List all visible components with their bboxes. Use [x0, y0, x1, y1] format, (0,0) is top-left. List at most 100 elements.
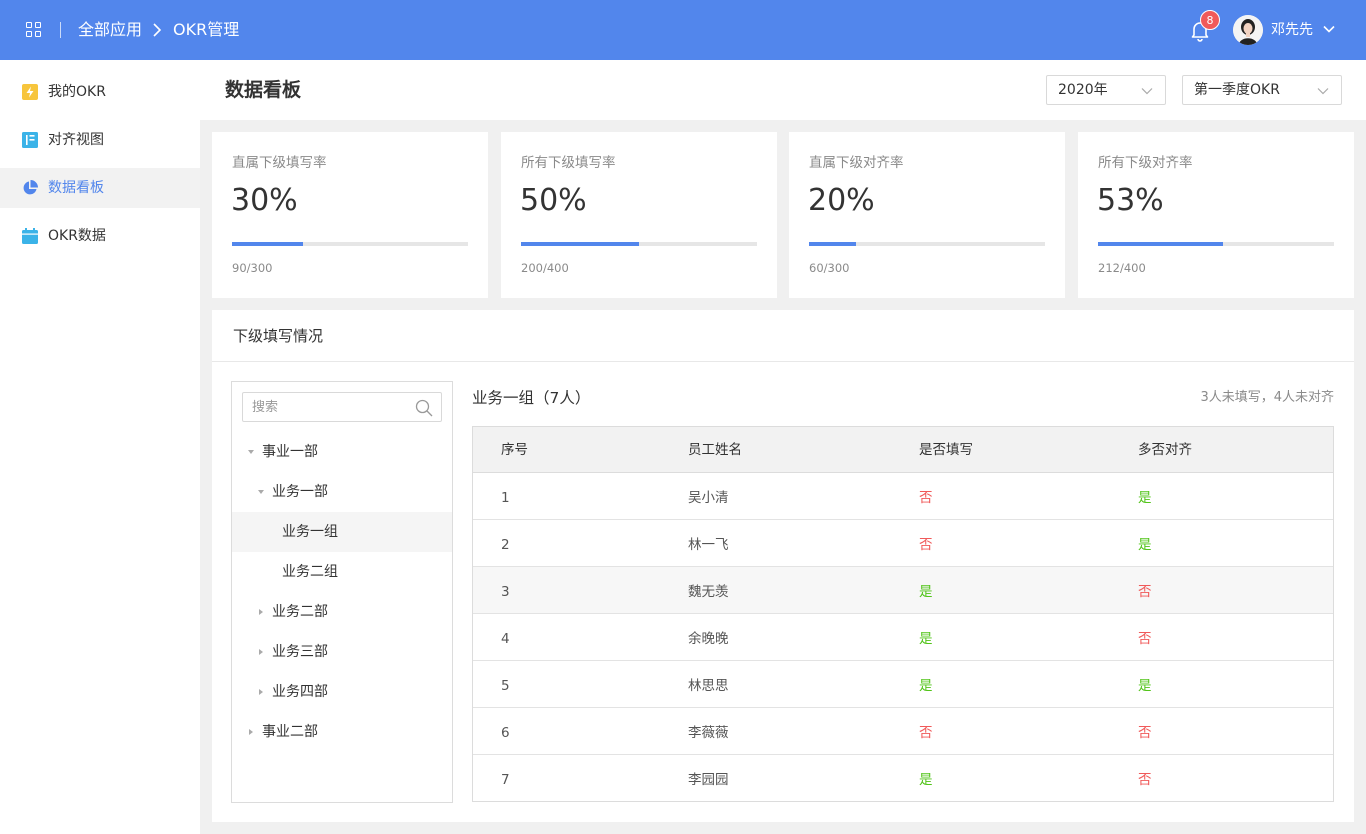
tree-node[interactable]: 业务二部 — [232, 592, 452, 632]
stat-value: 53% — [1097, 183, 1164, 218]
table-header: 序号 员工姓名 是否填写 多否对齐 — [473, 427, 1333, 473]
group-title: 业务一组（7人） — [472, 389, 591, 407]
table-cell-no: 5 — [501, 678, 510, 694]
column-header: 多否对齐 — [1138, 442, 1192, 458]
progress-fill — [809, 242, 857, 246]
table-cell-no: 2 — [501, 537, 510, 553]
table-cell-name: 魏无羡 — [688, 584, 729, 600]
table-cell-name: 林一飞 — [688, 537, 729, 553]
year-select[interactable]: 2020年 — [1046, 75, 1166, 105]
chevron-down-icon — [1141, 88, 1153, 95]
tree-node[interactable]: 业务一组 — [232, 512, 452, 552]
table-row[interactable]: 4 余晚晚 是 否 — [473, 614, 1333, 661]
calendar-icon — [22, 228, 38, 244]
progress-fill — [232, 242, 303, 246]
stat-title: 所有下级对齐率 — [1098, 155, 1193, 171]
sidebar-item-label: 我的OKR — [48, 84, 106, 100]
pie-chart-icon — [22, 180, 38, 196]
stat-detail: 200/400 — [521, 261, 569, 275]
quarter-select-value: 第一季度OKR — [1194, 82, 1280, 98]
table-cell-filled: 是 — [919, 678, 933, 694]
tree-node[interactable]: 事业二部 — [232, 712, 452, 752]
table-row[interactable]: 1 吴小清 否 是 — [473, 473, 1333, 520]
org-tree: 事业一部 业务一部 业务一组 业务二组 业务二部 业务三部 业务四部 事业二部 — [231, 381, 453, 803]
progress-bar — [1098, 242, 1334, 246]
tree-node[interactable]: 事业一部 — [232, 432, 452, 472]
sidebar-item-data-board[interactable]: 数据看板 — [0, 168, 200, 208]
table-cell-name: 吴小清 — [688, 490, 729, 506]
tree-node-label: 事业二部 — [262, 724, 318, 740]
sidebar-item-my-okr[interactable]: 我的OKR — [0, 72, 200, 112]
tree-node[interactable]: 业务二组 — [232, 552, 452, 592]
stat-title: 所有下级填写率 — [521, 155, 616, 171]
table-cell-aligned: 是 — [1138, 678, 1152, 694]
table-row[interactable]: 7 李园园 是 否 — [473, 755, 1333, 802]
progress-bar — [809, 242, 1045, 246]
tree-node[interactable]: 业务四部 — [232, 672, 452, 712]
sidebar-item-label: 对齐视图 — [48, 132, 104, 148]
table-cell-aligned: 是 — [1138, 537, 1152, 553]
layout-icon — [22, 132, 38, 148]
stat-card-all-fill-rate: 所有下级填写率 50% 200/400 — [501, 132, 777, 298]
sidebar-item-alignment-view[interactable]: 对齐视图 — [0, 120, 200, 160]
stat-detail: 90/300 — [232, 261, 273, 275]
stat-value: 20% — [808, 183, 875, 218]
table-cell-name: 林思思 — [688, 678, 729, 694]
divider — [212, 361, 1354, 362]
chevron-down-icon — [1317, 88, 1329, 95]
sidebar-item-okr-data[interactable]: OKR数据 — [0, 216, 200, 256]
table-cell-name: 李园园 — [688, 772, 729, 788]
table-cell-filled: 是 — [919, 772, 933, 788]
caret-right-icon[interactable] — [257, 608, 265, 616]
tree-node[interactable]: 业务一部 — [232, 472, 452, 512]
stat-title: 直属下级填写率 — [232, 155, 327, 171]
table-cell-filled: 是 — [919, 584, 933, 600]
avatar[interactable] — [1233, 15, 1263, 45]
caret-right-icon[interactable] — [257, 648, 265, 656]
user-name[interactable]: 邓先先 — [1271, 20, 1313, 40]
caret-down-icon[interactable] — [257, 488, 265, 496]
apps-grid-icon[interactable] — [26, 22, 42, 38]
table-cell-no: 4 — [501, 631, 510, 647]
progress-fill — [521, 242, 639, 246]
breadcrumb-all-apps[interactable]: 全部应用 — [78, 19, 142, 41]
table-cell-filled: 否 — [919, 725, 933, 741]
page-header: 数据看板 2020年 第一季度OKR — [200, 60, 1366, 120]
tree-node-label: 业务四部 — [272, 684, 328, 700]
stat-card-direct-fill-rate: 直属下级填写率 30% 90/300 — [212, 132, 488, 298]
tree-node-label: 业务二部 — [272, 604, 328, 620]
table-row[interactable]: 3 魏无羡 是 否 — [473, 567, 1333, 614]
column-header: 是否填写 — [919, 442, 973, 458]
caret-right-icon[interactable] — [257, 688, 265, 696]
caret-right-icon[interactable] — [247, 728, 255, 736]
tree-node-label: 业务一部 — [272, 484, 328, 500]
tree-node-label: 业务一组 — [282, 524, 338, 540]
table-row[interactable]: 6 李薇薇 否 否 — [473, 708, 1333, 755]
table-cell-no: 1 — [501, 490, 510, 506]
search-box — [242, 392, 442, 422]
employee-table: 序号 员工姓名 是否填写 多否对齐 1 吴小清否是 2 林一飞否是 3 魏无羡是否 4 余晚晚… — [472, 426, 1334, 802]
table-row[interactable]: 2 林一飞 否 是 — [473, 520, 1333, 567]
lightning-icon — [22, 84, 38, 100]
chevron-down-icon[interactable] — [1322, 22, 1336, 36]
table-cell-no: 7 — [501, 772, 510, 788]
table-cell-aligned: 否 — [1138, 584, 1152, 600]
stat-card-direct-align-rate: 直属下级对齐率 20% 60/300 — [789, 132, 1065, 298]
table-cell-aligned: 是 — [1138, 490, 1152, 506]
subordinate-status-panel: 下级填写情况 事业一部 业务一部 业务一组 业务二组 业务二部 业务三部 — [212, 310, 1354, 822]
table-cell-no: 6 — [501, 725, 510, 741]
chevron-right-icon — [151, 19, 163, 47]
search-icon[interactable] — [415, 399, 433, 417]
tree-node[interactable]: 业务三部 — [232, 632, 452, 672]
tree-node-label: 业务二组 — [282, 564, 338, 580]
search-input[interactable] — [243, 393, 413, 421]
table-cell-name: 余晚晚 — [688, 631, 729, 647]
notification-badge: 8 — [1200, 10, 1220, 30]
table-row[interactable]: 5 林思思 是 是 — [473, 661, 1333, 708]
tree-node-label: 业务三部 — [272, 644, 328, 660]
progress-fill — [1098, 242, 1224, 246]
caret-down-icon[interactable] — [247, 448, 255, 456]
table-cell-aligned: 否 — [1138, 772, 1152, 788]
quarter-select[interactable]: 第一季度OKR — [1182, 75, 1342, 105]
stat-detail: 212/400 — [1098, 261, 1146, 275]
